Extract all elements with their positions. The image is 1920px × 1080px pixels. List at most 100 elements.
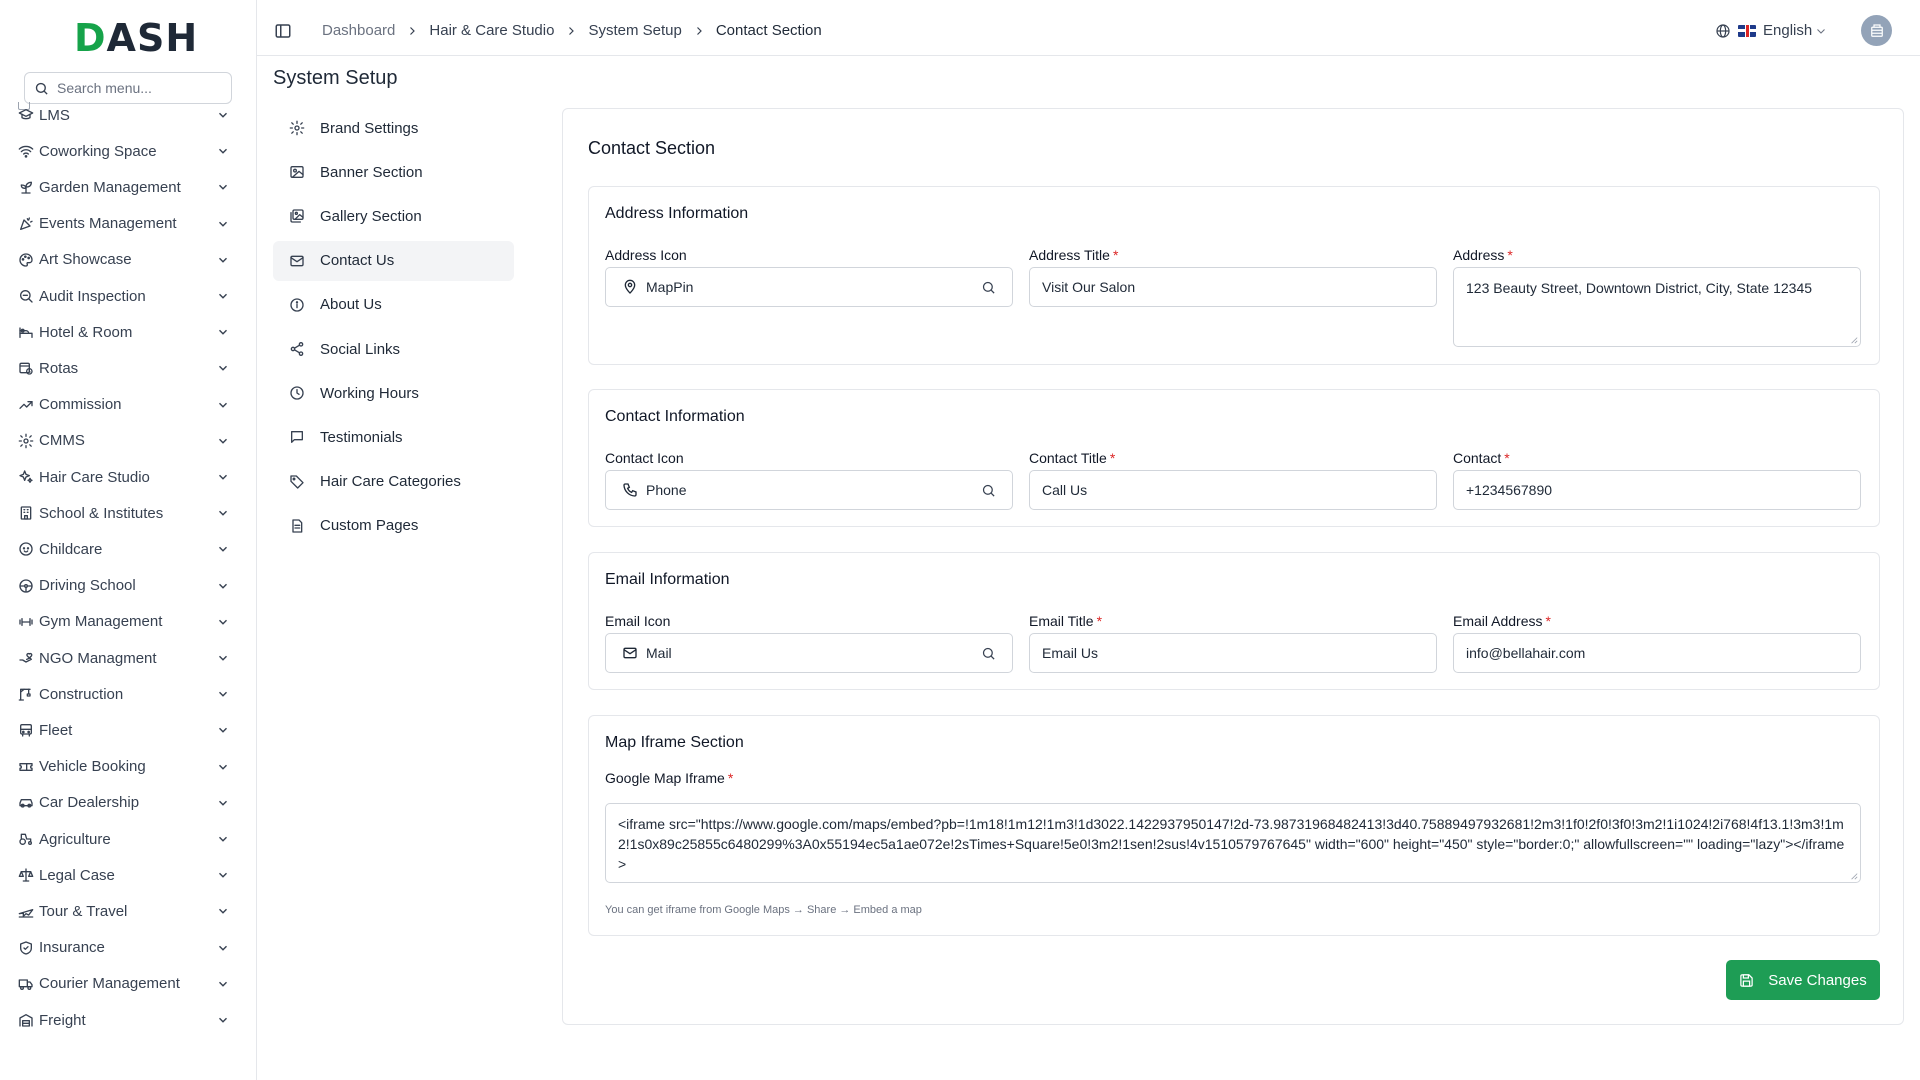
resize-handle-icon[interactable] [1850,336,1858,344]
sidebar-item-label: Coworking Space [39,142,157,160]
chevron-down-icon [219,329,227,335]
chevron-down-icon [219,981,227,987]
email-title-input[interactable]: Email Us [1029,633,1437,673]
dash-logo[interactable]: D ASH [74,16,198,60]
resize-handle-icon[interactable] [1850,872,1858,880]
language-label: English [1763,22,1813,39]
google-map-iframe-textarea[interactable]: <iframe src="https://www.google.com/maps… [605,803,1861,883]
group-title: Address Information [605,205,749,222]
sidebar-item-garden-management[interactable]: Garden Management [0,172,257,202]
sidebar-toggle-icon[interactable] [274,22,292,40]
email-address-label: Email Address * [1453,613,1551,629]
settings-nav-testimonials[interactable]: Testimonials [273,417,514,457]
sidebar-item-school-institutes[interactable]: School & Institutes [0,498,257,528]
sidebar-item-label: Events Management [39,215,177,233]
address-textarea[interactable]: 123 Beauty Street, Downtown District, Ci… [1453,267,1861,347]
sidebar-item-childcare[interactable]: Childcare [0,534,257,564]
email-address-input[interactable]: info@bellahair.com [1453,633,1861,673]
settings-nav-custom-pages[interactable]: Custom Pages [273,506,514,546]
address-title-label: Address Title * [1029,247,1119,263]
chevron-down-icon [219,474,227,480]
breadcrumb-dashboard[interactable]: Dashboard [322,22,395,39]
sidebar-item-label: Childcare [39,540,103,558]
settings-nav-label: About Us [320,296,382,314]
settings-nav-label: Social Links [320,340,401,358]
sidebar-item-car-dealership[interactable]: Car Dealership [0,788,257,818]
contact-title-input[interactable]: Call Us [1029,470,1437,510]
uk-flag-icon [1738,24,1756,37]
sidebar: DASH LMS Coworking Space Garden Management… [0,0,257,1080]
sidebar-item-fleet[interactable]: Fleet [0,715,257,745]
sidebar-item-legal-case[interactable]: Legal Case [0,860,257,890]
sidebar-item-label: Legal Case [39,866,115,884]
sidebar-item-cmms[interactable]: CMMS [0,426,257,456]
user-avatar[interactable] [1861,15,1892,46]
plane-icon [17,902,35,920]
chevron-down-icon [219,1017,227,1023]
language-selector[interactable]: English [1715,22,1827,39]
sidebar-item-ngo-managment[interactable]: NGO Managment [0,643,257,673]
settings-nav-brand-settings[interactable]: Brand Settings [273,108,514,148]
sidebar-item-coworking-space[interactable]: Coworking Space [0,136,257,166]
sidebar-item-driving-school[interactable]: Driving School [0,571,257,601]
steering-wheel-icon [17,577,35,595]
sidebar-item-events-management[interactable]: Events Management [0,209,257,239]
breadcrumb: Dashboard Hair & Care Studio System Setu… [322,22,822,39]
search-icon[interactable] [981,646,996,661]
email-icon-picker[interactable]: Mail [605,633,1013,673]
tractor-icon [17,830,35,848]
address-icon-picker[interactable]: MapPin [605,267,1013,307]
search-zoom-icon [17,287,35,305]
sidebar-item-audit-inspection[interactable]: Audit Inspection [0,281,257,311]
sidebar-item-rotas[interactable]: Rotas [0,353,257,383]
chevron-down-icon [219,764,227,770]
sidebar-item-vehicle-booking[interactable]: Vehicle Booking [0,752,257,782]
sparkles-icon [17,468,35,486]
contact-input[interactable]: +1234567890 [1453,470,1861,510]
settings-nav-banner-section[interactable]: Banner Section [273,152,514,192]
settings-nav-label: Banner Section [320,163,423,181]
contact-icon-picker[interactable]: Phone [605,470,1013,510]
settings-nav-social-links[interactable]: Social Links [273,329,514,369]
sidebar-item-label: Construction [39,685,124,703]
sidebar-item-courier-management[interactable]: Courier Management [0,969,257,999]
settings-nav-label: Hair Care Categories [320,473,461,491]
sidebar-item-commission[interactable]: Commission [0,390,257,420]
settings-nav-contact-us[interactable]: Contact Us [273,240,514,281]
contact-label: Contact * [1453,450,1510,466]
save-changes-button[interactable]: Save Changes [1726,960,1880,1000]
address-information-group: Address Information Address Icon MapPin … [588,186,1880,365]
sidebar-item-art-showcase[interactable]: Art Showcase [0,245,257,275]
map-hint-text: You can get iframe from Google Maps → Sh… [605,904,922,916]
chevron-down-icon [219,112,227,118]
search-icon[interactable] [981,280,996,295]
sidebar-item-gym-management[interactable]: Gym Management [0,607,257,637]
sidebar-item-hair-care-studio[interactable]: Hair Care Studio [0,462,257,492]
settings-nav-working-hours[interactable]: Working Hours [273,373,514,413]
address-title-input[interactable]: Visit Our Salon [1029,267,1437,307]
sidebar-item-label: CMMS [39,432,85,450]
sidebar-item-hotel-room[interactable]: Hotel & Room [0,317,257,347]
sidebar-item-freight[interactable]: Freight [0,1005,257,1035]
sidebar-item-construction[interactable]: Construction [0,679,257,709]
sidebar-item-tour-travel[interactable]: Tour & Travel [0,896,257,926]
gear-icon [289,120,320,136]
settings-nav-about-us[interactable]: About Us [273,285,514,325]
search-menu-input[interactable] [57,80,217,96]
sidebar-item-insurance[interactable]: Insurance [0,933,257,963]
search-icon[interactable] [981,483,996,498]
tag-icon [289,474,320,490]
email-icon-value: Mail [646,645,672,661]
breadcrumb-system-setup[interactable]: System Setup [588,22,681,39]
breadcrumb-hair-care-studio[interactable]: Hair & Care Studio [429,22,554,39]
settings-nav-gallery-section[interactable]: Gallery Section [273,196,514,236]
sidebar-item-lms[interactable]: LMS [0,100,257,130]
settings-nav-hair-care-categories[interactable]: Hair Care Categories [273,462,514,502]
settings-nav-label: Contact Us [320,252,395,270]
chevron-down-icon [219,257,227,263]
chevron-down-icon [1817,28,1826,34]
shield-icon [17,939,35,957]
sidebar-item-label: Garden Management [39,178,181,196]
sidebar-item-label: School & Institutes [39,504,164,522]
sidebar-item-agriculture[interactable]: Agriculture [0,824,257,854]
